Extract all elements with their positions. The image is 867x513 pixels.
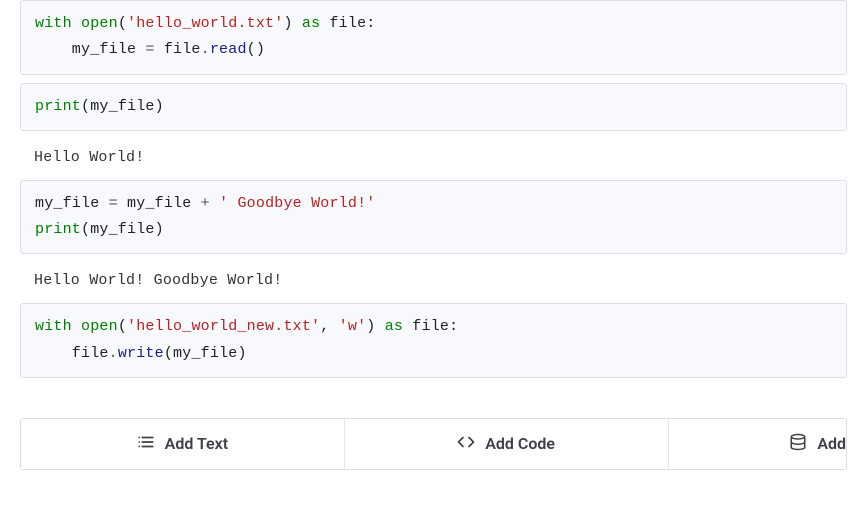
add-code-button[interactable]: Add Code [345,419,669,469]
output-cell: Hello World! Goodbye World! [20,262,847,295]
code-content[interactable]: print(my_file) [20,83,847,131]
code-cell[interactable]: with open('hello_world_new.txt', 'w') as… [20,303,847,378]
add-data-label: Add [817,434,846,453]
add-data-button[interactable]: Add [669,419,847,469]
output-text: Hello World! [20,139,847,172]
output-text: Hello World! Goodbye World! [20,262,847,295]
code-cell[interactable]: print(my_file) [20,83,847,131]
database-icon [789,433,807,455]
add-text-label: Add Text [165,434,228,453]
list-icon [137,433,155,455]
add-code-label: Add Code [485,434,555,453]
code-cell[interactable]: with open('hello_world.txt') as file: my… [20,0,847,75]
code-content[interactable]: my_file = my_file + ' Goodbye World!' pr… [20,180,847,255]
notebook-cells: with open('hello_world.txt') as file: my… [0,0,867,378]
output-cell: Hello World! [20,139,847,172]
code-icon [457,433,475,455]
code-cell[interactable]: my_file = my_file + ' Goodbye World!' pr… [20,180,847,255]
cell-toolbar: Add Text Add Code Add [20,418,847,470]
code-content[interactable]: with open('hello_world_new.txt', 'w') as… [20,303,847,378]
code-content[interactable]: with open('hello_world.txt') as file: my… [20,0,847,75]
add-text-button[interactable]: Add Text [21,419,345,469]
